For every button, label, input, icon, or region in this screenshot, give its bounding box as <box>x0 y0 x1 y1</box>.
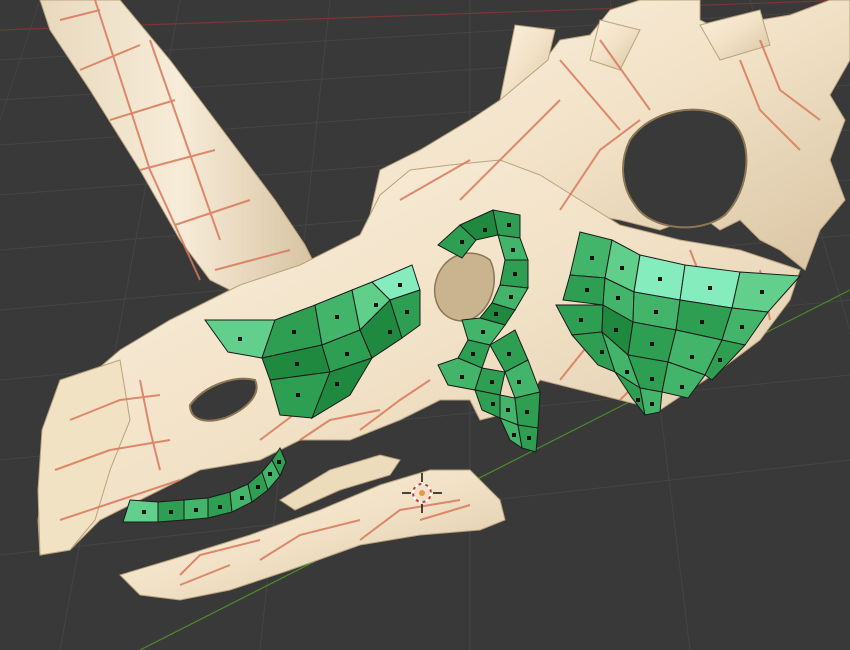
3d-viewport[interactable] <box>0 0 850 650</box>
frill-fenestra <box>622 108 748 229</box>
